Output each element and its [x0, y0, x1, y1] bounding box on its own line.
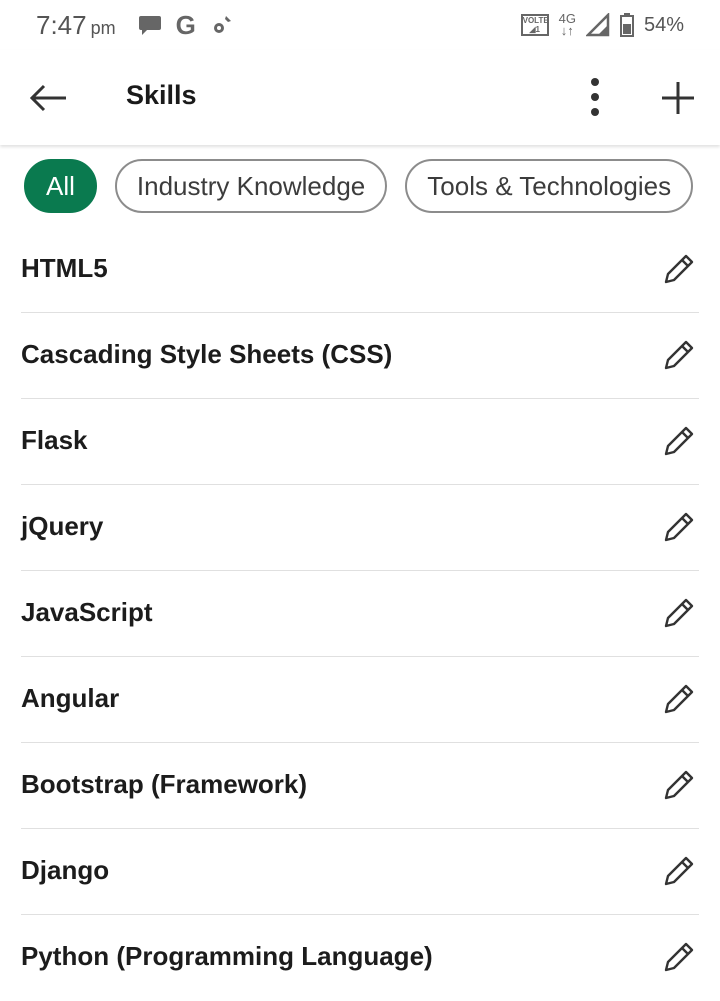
- edit-button[interactable]: [659, 251, 697, 289]
- skill-name: Cascading Style Sheets (CSS): [21, 339, 393, 369]
- skill-name: JavaScript: [21, 597, 153, 627]
- clock-time: 7:47: [36, 9, 87, 40]
- filter-chips: All Industry Knowledge Tools & Technolog…: [24, 159, 694, 215]
- list-item[interactable]: HTML5: [21, 227, 699, 313]
- skills-list: HTML5 Cascading Style Sheets (CSS) Flask…: [0, 227, 720, 1001]
- pencil-icon: [664, 684, 694, 714]
- list-item[interactable]: Cascading Style Sheets (CSS): [21, 313, 699, 399]
- edit-button[interactable]: [659, 509, 697, 547]
- arrow-left-icon: [29, 84, 66, 112]
- network-type: 4G ↓↑: [558, 11, 576, 38]
- back-button[interactable]: [26, 78, 70, 118]
- message-bubble-icon: [138, 14, 162, 36]
- signal-icon: [585, 13, 610, 37]
- pencil-icon: [664, 598, 694, 628]
- skill-name: Flask: [21, 425, 88, 455]
- skill-name: Angular: [21, 683, 120, 713]
- skill-name: Python (Programming Language): [21, 941, 433, 971]
- settings-sync-icon: [210, 13, 234, 37]
- status-left: 7:47 pm G: [36, 10, 234, 41]
- skill-name: Django: [21, 855, 110, 885]
- battery-percent: 54%: [643, 13, 684, 36]
- list-item[interactable]: Bootstrap (Framework): [21, 743, 699, 829]
- list-item[interactable]: jQuery: [21, 485, 699, 571]
- pencil-icon: [664, 770, 694, 800]
- skill-name: jQuery: [21, 511, 104, 541]
- add-skill-button[interactable]: [656, 76, 700, 120]
- pencil-icon: [664, 340, 694, 370]
- edit-button[interactable]: [659, 423, 697, 461]
- network-label: 4G: [558, 11, 576, 26]
- list-item[interactable]: JavaScript: [21, 571, 699, 657]
- more-vert-icon: [591, 78, 599, 116]
- pencil-icon: [664, 426, 694, 456]
- pencil-icon: [664, 942, 694, 972]
- pencil-icon: [664, 856, 694, 886]
- pencil-icon: [664, 512, 694, 542]
- pencil-icon: [664, 254, 694, 284]
- list-item[interactable]: Django: [21, 829, 699, 915]
- volte-label: VOLTE: [522, 16, 549, 25]
- clock: 7:47 pm: [36, 10, 124, 41]
- edit-button[interactable]: [659, 681, 697, 719]
- skill-name: Bootstrap (Framework): [21, 769, 308, 799]
- edit-button[interactable]: [659, 939, 697, 977]
- volte-icon: VOLTE ◢1: [520, 14, 549, 36]
- skill-name: HTML5: [21, 253, 108, 283]
- plus-icon: [662, 82, 694, 114]
- edit-button[interactable]: [659, 337, 697, 375]
- filter-chip-industry-knowledge[interactable]: Industry Knowledge: [114, 159, 388, 213]
- more-options-button[interactable]: [575, 74, 615, 120]
- google-icon: G: [175, 9, 196, 40]
- filter-chip-all[interactable]: All: [24, 159, 97, 213]
- clock-ampm: pm: [90, 17, 116, 38]
- list-item[interactable]: Flask: [21, 399, 699, 485]
- list-item[interactable]: Angular: [21, 657, 699, 743]
- edit-button[interactable]: [659, 595, 697, 633]
- battery-icon: [619, 13, 634, 37]
- edit-button[interactable]: [659, 767, 697, 805]
- page-title: Skills: [126, 80, 197, 110]
- edit-button[interactable]: [659, 853, 697, 891]
- filter-chip-tools-technologies[interactable]: Tools & Technologies: [405, 159, 694, 213]
- list-item[interactable]: Python (Programming Language): [21, 915, 699, 1001]
- status-bar: 7:47 pm G VOLTE ◢1 4G ↓↑ 54%: [0, 0, 720, 50]
- app-bar: Skills: [0, 50, 720, 145]
- status-right: VOLTE ◢1 4G ↓↑ 54%: [520, 11, 684, 38]
